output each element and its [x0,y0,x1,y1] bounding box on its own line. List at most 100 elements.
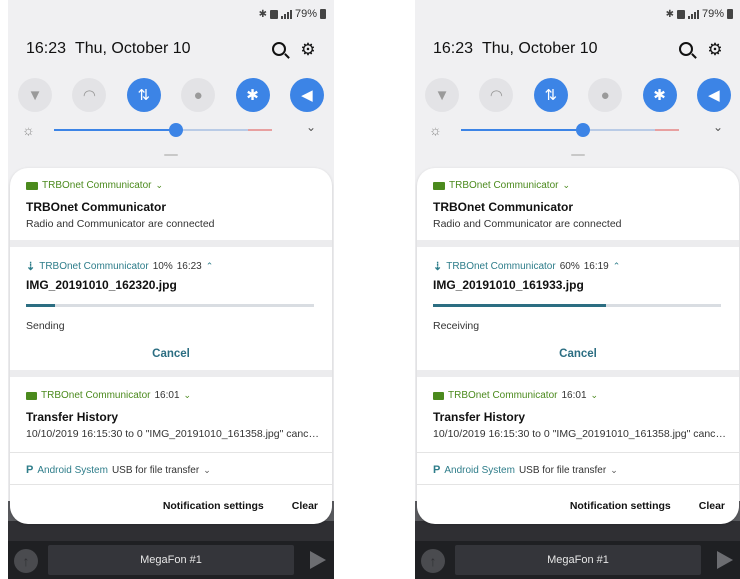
message-icon [26,181,38,190]
chevron-up-icon[interactable]: ⌃ [613,261,621,272]
system-notification[interactable]: P Android System USB for file transfer ⌄ [433,464,727,476]
gear-icon[interactable]: ⚙ [300,41,316,58]
bluetooth-status-icon: ✱ [665,8,674,20]
search-icon[interactable] [272,42,286,56]
phone-screen-sending: ↑ MegaFon #1 ✱ 79% 16:23 Thu, October 10… [8,0,334,579]
chevron-up-icon[interactable]: ⌃ [206,261,214,272]
channel-icon[interactable]: ↑ [14,549,38,573]
notification-title: TRBOnet Communicator [433,200,574,214]
system-text: USB for file transfer [111,464,200,476]
transfer-percent: 60% [559,261,580,272]
transfer-header[interactable]: ⇣ TRBOnet Communicator 10% 16:23 ⌃ [26,260,320,273]
drag-handle[interactable] [571,154,585,156]
channel-icon[interactable]: ↑ [421,549,445,573]
panel-footer: Notification settings Clear [570,500,725,512]
app-name: TRBOnet Communicator [448,390,558,401]
location-icon[interactable]: ● [181,78,216,112]
send-icon[interactable] [717,551,733,569]
cancel-button[interactable]: Cancel [10,348,332,360]
brightness-control: ☼ ⌄ [429,120,727,140]
sound-icon[interactable]: ◀ [289,78,324,112]
app-name: TRBOnet Communicator [39,261,149,272]
drag-handle[interactable] [164,154,178,156]
phone-screen-receiving: ↑ MegaFon #1 ✱ 79% 16:23 Thu, October 10… [415,0,740,579]
bluetooth-icon[interactable]: ✱ [235,78,270,112]
transfer-file: IMG_20191010_161933.jpg [433,278,584,292]
chevron-down-icon[interactable]: ⌄ [562,180,570,191]
android-system-icon: P [26,464,34,476]
status-bar: ✱ 79% [8,0,334,26]
divider [10,370,332,377]
transfer-progress [433,304,721,307]
sim-icon [676,9,685,19]
flashlight-icon[interactable]: ▼ [18,78,52,112]
divider [417,240,739,247]
notification-settings-button[interactable]: Notification settings [570,500,671,512]
chevron-down-icon[interactable]: ⌄ [306,120,316,134]
app-name: TRBOnet Communicator [42,180,152,191]
transfer-time: 16:19 [583,261,609,272]
transfer-status: Receiving [433,320,480,332]
transfer-header[interactable]: ⇣ TRBOnet Communicator 60% 16:19 ⌃ [433,260,727,273]
upload-icon: ⇣ [26,261,36,273]
send-icon[interactable] [310,551,326,569]
channel-field[interactable]: MegaFon #1 [455,545,701,575]
divider [417,484,739,485]
transfer-time: 16:23 [176,261,202,272]
history-header[interactable]: TRBOnet Communicator 16:01 ⌄ [433,390,727,401]
chevron-down-icon[interactable]: ⌄ [713,120,723,134]
background-bottom-bar: ↑ MegaFon #1 [8,541,334,579]
notification-panel: TRBOnet Communicator ⌄ TRBOnet Communica… [417,168,739,524]
wifi-icon[interactable]: ◠ [72,78,107,112]
location-icon[interactable]: ● [588,78,623,112]
notification-header[interactable]: TRBOnet Communicator ⌄ [433,180,727,191]
chevron-down-icon[interactable]: ⌄ [155,180,163,191]
history-title: Transfer History [433,410,526,424]
mobile-data-icon[interactable]: ⇅ [126,78,161,112]
clear-button[interactable]: Clear [292,500,318,512]
brightness-slider[interactable] [54,123,272,137]
battery-icon [320,9,326,19]
system-notification[interactable]: P Android System USB for file transfer ⌄ [26,464,320,476]
brightness-icon: ☼ [22,122,35,138]
status-bar: ✱ 79% [415,0,740,26]
brightness-icon: ☼ [429,122,442,138]
divider [417,452,739,453]
background-bottom-bar: ↑ MegaFon #1 [415,541,740,579]
cancel-button[interactable]: Cancel [417,348,739,360]
transfer-progress [26,304,314,307]
notification-settings-button[interactable]: Notification settings [163,500,264,512]
app-name: Android System [37,464,108,476]
flashlight-icon[interactable]: ▼ [425,78,459,112]
history-title: Transfer History [26,410,119,424]
transfer-file: IMG_20191010_162320.jpg [26,278,177,292]
chevron-down-icon[interactable]: ⌄ [203,465,211,476]
brightness-knob[interactable] [169,123,184,137]
brightness-knob[interactable] [576,123,591,137]
mobile-data-icon[interactable]: ⇅ [533,78,568,112]
clear-button[interactable]: Clear [699,500,725,512]
sim-icon [269,9,278,19]
clock: 16:23 Thu, October 10 [26,40,191,57]
wifi-icon[interactable]: ◠ [479,78,514,112]
system-text: USB for file transfer [518,464,607,476]
bluetooth-icon[interactable]: ✱ [642,78,677,112]
divider [10,240,332,247]
folder-icon [26,391,37,400]
history-header[interactable]: TRBOnet Communicator 16:01 ⌄ [26,390,320,401]
divider [10,452,332,453]
gear-icon[interactable]: ⚙ [707,41,723,58]
chevron-down-icon[interactable]: ⌄ [591,390,599,401]
message-icon [433,181,445,190]
search-icon[interactable] [679,42,693,56]
bluetooth-status-icon: ✱ [258,8,267,20]
sound-icon[interactable]: ◀ [696,78,731,112]
channel-field[interactable]: MegaFon #1 [48,545,294,575]
history-time: 16:01 [154,390,180,401]
chevron-down-icon[interactable]: ⌄ [610,465,618,476]
chevron-down-icon[interactable]: ⌄ [184,390,192,401]
folder-icon [433,391,444,400]
notification-header[interactable]: TRBOnet Communicator ⌄ [26,180,320,191]
quick-toggles: ▼ ◠ ⇅ ● ✱ ◀ [18,78,324,112]
brightness-slider[interactable] [461,123,679,137]
